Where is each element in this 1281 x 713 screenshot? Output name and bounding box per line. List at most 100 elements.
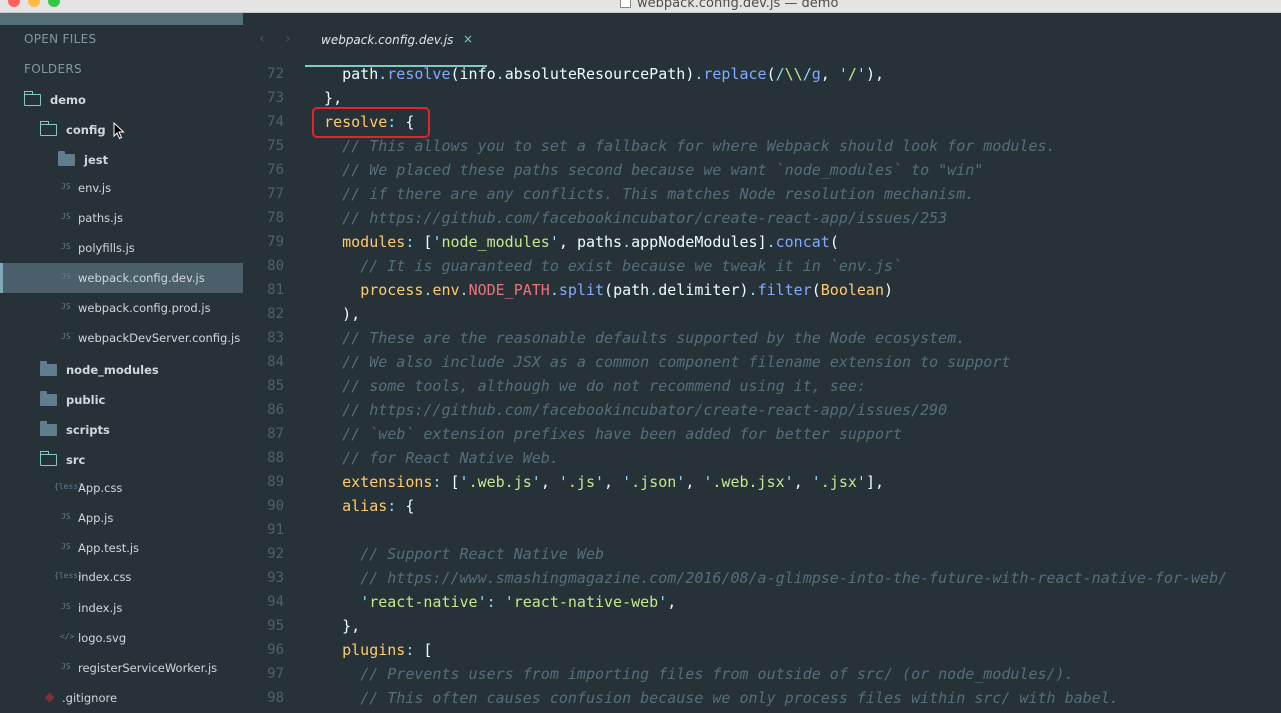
code-text[interactable]: process.env.NODE_PATH.split(path.delimit… xyxy=(306,281,893,299)
code-line[interactable]: 75 // This allows you to set a fallback … xyxy=(243,135,1281,159)
folder-open-icon xyxy=(39,121,57,136)
window-title: webpack.config.dev.js — demo xyxy=(620,0,838,11)
code-line[interactable]: 94 'react-native': 'react-native-web', xyxy=(243,591,1281,615)
code-line[interactable]: 97 // Prevents users from importing file… xyxy=(243,663,1281,687)
tree-file-App.css[interactable]: {less} App.css xyxy=(0,473,243,503)
document-icon xyxy=(620,0,631,8)
folders-header[interactable]: FOLDERS xyxy=(24,62,82,76)
code-line[interactable]: 88 // for React Native Web. xyxy=(243,447,1281,471)
code-line[interactable]: 86 // https://github.com/facebookincubat… xyxy=(243,399,1281,423)
code-line[interactable]: 87 // `web` extension prefixes have been… xyxy=(243,423,1281,447)
window-titlebar: webpack.config.dev.js — demo xyxy=(0,0,1281,13)
code-text[interactable]: // https://github.com/facebookincubator/… xyxy=(306,209,947,227)
tree-file-env.js[interactable]: JS env.js xyxy=(0,173,243,203)
code-text[interactable]: // some tools, although we do not recomm… xyxy=(306,377,866,395)
back-arrow-icon[interactable]: ‹ xyxy=(259,31,265,47)
tree-file-webpack.config.dev.js[interactable]: JS webpack.config.dev.js xyxy=(0,263,243,293)
code-text[interactable]: // https://www.smashingmagazine.com/2016… xyxy=(306,569,1227,587)
line-number: 86 xyxy=(267,402,284,418)
open-files-header[interactable]: OPEN FILES xyxy=(24,32,96,46)
code-line[interactable]: 83 // These are the reasonable defaults … xyxy=(243,327,1281,351)
code-text[interactable]: // if there are any conflicts. This matc… xyxy=(306,185,974,203)
code-line[interactable]: 79 modules: ['node_modules', paths.appNo… xyxy=(243,231,1281,255)
tree-file-index.css[interactable]: {less} index.css xyxy=(0,562,243,592)
tree-folder-scripts[interactable]: scripts xyxy=(0,415,243,445)
tree-file-webpack.config.prod.js[interactable]: JS webpack.config.prod.js xyxy=(0,293,243,323)
tab-close-icon[interactable]: × xyxy=(463,32,473,46)
tree-file-paths.js[interactable]: JS paths.js xyxy=(0,203,243,233)
code-text[interactable]: 'react-native': 'react-native-web', xyxy=(306,593,676,611)
tree-folder-jest[interactable]: jest xyxy=(0,145,243,175)
code-line[interactable]: 77 // if there are any conflicts. This m… xyxy=(243,183,1281,207)
code-line[interactable]: 78 // https://github.com/facebookincubat… xyxy=(243,207,1281,231)
line-number: 76 xyxy=(267,162,284,178)
maximize-window-button[interactable] xyxy=(48,0,60,7)
tree-file-polyfills.js[interactable]: JS polyfills.js xyxy=(0,233,243,263)
line-number: 72 xyxy=(267,66,284,82)
code-line[interactable]: 92 // Support React Native Web xyxy=(243,543,1281,567)
code-text[interactable]: // Prevents users from importing files f… xyxy=(306,665,1073,683)
code-line[interactable]: 84 // We also include JSX as a common co… xyxy=(243,351,1281,375)
tree-file-logo.svg[interactable]: </> logo.svg xyxy=(0,623,243,653)
code-text[interactable]: ), xyxy=(306,305,360,323)
tree-folder-src[interactable]: src xyxy=(0,445,243,475)
tree-item-label: demo xyxy=(50,93,86,107)
tree-file-App.test.js[interactable]: JS App.test.js xyxy=(0,533,243,563)
code-text[interactable]: plugins: [ xyxy=(306,641,432,659)
code-line[interactable]: 91 xyxy=(243,519,1281,543)
code-text[interactable]: // It is guaranteed to exist because we … xyxy=(306,257,902,275)
code-text[interactable]: // These are the reasonable defaults sup… xyxy=(306,329,965,347)
tree-file-registerServiceWorker.js[interactable]: JS registerServiceWorker.js xyxy=(0,653,243,683)
code-text[interactable]: // We placed these paths second because … xyxy=(306,161,983,179)
tree-folder-public[interactable]: public xyxy=(0,385,243,415)
code-text[interactable]: // for React Native Web. xyxy=(306,449,559,467)
tab-bar: ‹ › webpack.config.dev.js × xyxy=(243,13,1281,67)
code-line[interactable]: 96 plugins: [ xyxy=(243,639,1281,663)
code-text[interactable]: }, xyxy=(306,89,342,107)
line-number: 77 xyxy=(267,186,284,202)
code-text[interactable]: // https://github.com/facebookincubator/… xyxy=(306,401,947,419)
code-line[interactable]: 95 }, xyxy=(243,615,1281,639)
code-text[interactable]: // This often causes confusion because w… xyxy=(306,689,1119,707)
code-line[interactable]: 98 // This often causes confusion becaus… xyxy=(243,687,1281,711)
code-line[interactable]: 72 path.resolve(info.absoluteResourcePat… xyxy=(243,63,1281,87)
code-text[interactable]: // This allows you to set a fallback for… xyxy=(306,137,1055,155)
folder-icon xyxy=(40,361,57,376)
code-line[interactable]: 80 // It is guaranteed to exist because … xyxy=(243,255,1281,279)
code-text[interactable]: extensions: ['.web.js', '.js', '.json', … xyxy=(306,473,884,491)
code-line[interactable]: 85 // some tools, although we do not rec… xyxy=(243,375,1281,399)
close-window-button[interactable] xyxy=(8,0,20,7)
code-line[interactable]: 93 // https://www.smashingmagazine.com/2… xyxy=(243,567,1281,591)
minimize-window-button[interactable] xyxy=(28,0,40,7)
code-line[interactable]: 89 extensions: ['.web.js', '.js', '.json… xyxy=(243,471,1281,495)
code-text[interactable]: }, xyxy=(306,617,360,635)
tree-folder-node_modules[interactable]: node_modules xyxy=(0,355,243,385)
tab-webpack-config-dev[interactable]: webpack.config.dev.js × xyxy=(305,13,487,67)
tab-label[interactable]: webpack.config.dev.js xyxy=(321,33,453,47)
js-file-icon: JS xyxy=(61,242,71,251)
code-text[interactable]: // Support React Native Web xyxy=(306,545,604,563)
code-text[interactable]: // We also include JSX as a common compo… xyxy=(306,353,1010,371)
tree-item-label: node_modules xyxy=(66,363,159,377)
js-file-icon: JS xyxy=(61,302,71,311)
code-text[interactable]: modules: ['node_modules', paths.appNodeM… xyxy=(306,233,839,251)
tree-file-webpackDevServer.config.js[interactable]: JS webpackDevServer.config.js xyxy=(0,323,243,353)
code-text[interactable]: alias: { xyxy=(306,497,414,515)
code-line[interactable]: 90 alias: { xyxy=(243,495,1281,519)
tree-item-label: .gitignore xyxy=(62,691,118,705)
code-line[interactable]: 81 process.env.NODE_PATH.split(path.deli… xyxy=(243,279,1281,303)
tree-file-App.js[interactable]: JS App.js xyxy=(0,503,243,533)
tree-item-label: paths.js xyxy=(78,211,123,225)
forward-arrow-icon[interactable]: › xyxy=(285,31,291,47)
tree-file-.gitignore[interactable]: .gitignore xyxy=(0,683,243,713)
code-text[interactable]: path.resolve(info.absoluteResourcePath).… xyxy=(306,65,884,83)
code-line[interactable]: 82 ), xyxy=(243,303,1281,327)
tree-folder-demo[interactable]: demo xyxy=(0,85,243,115)
tree-file-index.js[interactable]: JS index.js xyxy=(0,593,243,623)
code-line[interactable]: 76 // We placed these paths second becau… xyxy=(243,159,1281,183)
folder-open-icon xyxy=(39,451,57,466)
folder-icon xyxy=(40,421,57,436)
js-file-icon: JS xyxy=(61,662,71,671)
line-number: 83 xyxy=(267,330,284,346)
code-text[interactable]: // `web` extension prefixes have been ad… xyxy=(306,425,902,443)
